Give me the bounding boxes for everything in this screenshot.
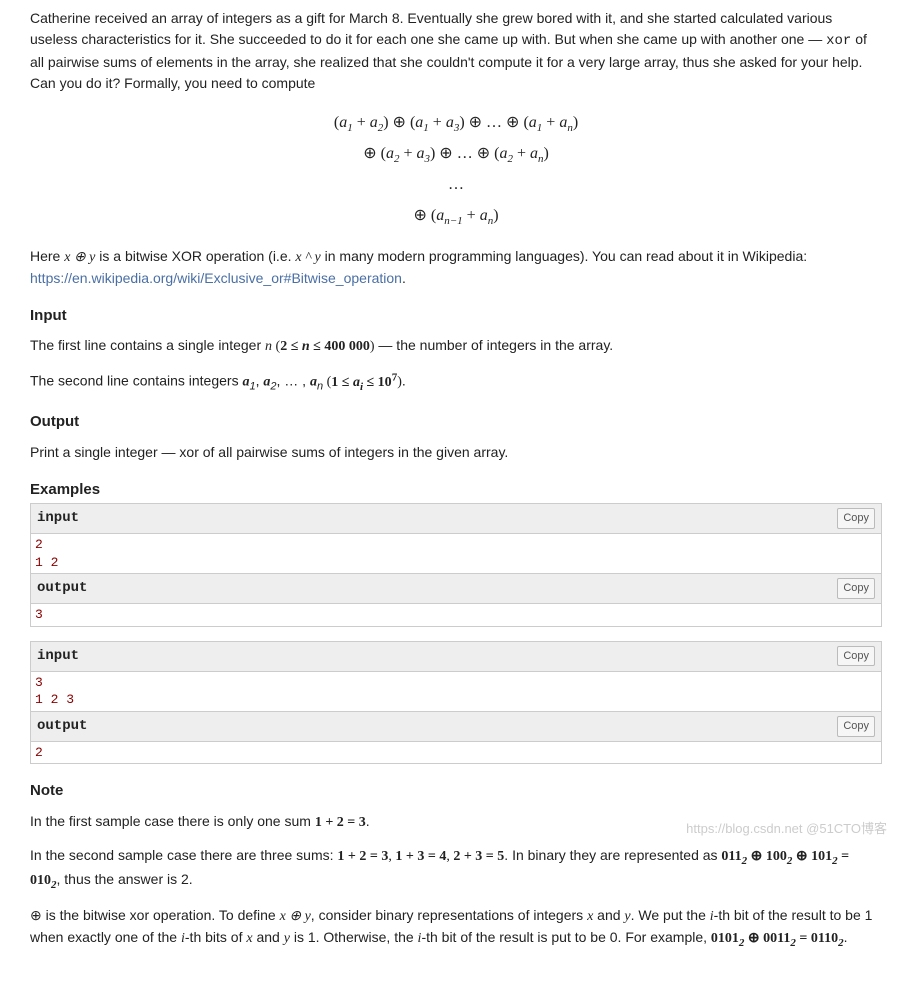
- note-heading: Note: [30, 780, 882, 803]
- note-p1: In the first sample case there is only o…: [30, 811, 882, 833]
- input-desc-1: The first line contains a single integer…: [30, 335, 882, 357]
- intro-xor-code: xor: [826, 33, 851, 49]
- copy-button[interactable]: Copy: [837, 578, 875, 599]
- example2-input-header: input Copy: [31, 642, 881, 672]
- example1-input-header: input Copy: [31, 504, 881, 534]
- example2-output: 2: [31, 742, 881, 765]
- output-heading: Output: [30, 411, 882, 434]
- example2-output-header: output Copy: [31, 712, 881, 742]
- xor-explanation: Here x ⊕ y is a bitwise XOR operation (i…: [30, 246, 882, 289]
- copy-button[interactable]: Copy: [837, 716, 875, 737]
- copy-button[interactable]: Copy: [837, 508, 875, 529]
- input-label: input: [37, 646, 79, 667]
- input-heading: Input: [30, 305, 882, 328]
- example2-input: 3 1 2 3: [31, 672, 881, 712]
- formula-line4: ⊕ (an−1 + an): [413, 207, 498, 224]
- wikipedia-link[interactable]: https://en.wikipedia.org/wiki/Exclusive_…: [30, 270, 402, 286]
- copy-button[interactable]: Copy: [837, 646, 875, 667]
- note-p2: In the second sample case there are thre…: [30, 845, 882, 894]
- example-1: input Copy 2 1 2 output Copy 3: [30, 503, 882, 627]
- output-label: output: [37, 578, 87, 599]
- output-label: output: [37, 716, 87, 737]
- examples-heading: Examples: [30, 479, 882, 502]
- formula-line1: (a1 + a2) ⊕ (a1 + a3) ⊕ … ⊕ (a1 + an): [334, 114, 578, 131]
- example1-input: 2 1 2: [31, 534, 881, 574]
- note-p3: ⊕ is the bitwise xor operation. To defin…: [30, 905, 882, 951]
- intro-text-a: Catherine received an array of integers …: [30, 10, 832, 47]
- input-label: input: [37, 508, 79, 529]
- example1-output-header: output Copy: [31, 574, 881, 604]
- example1-output: 3: [31, 604, 881, 627]
- input-desc-2: The second line contains integers a1, a2…: [30, 369, 882, 395]
- formula-line3: …: [448, 176, 464, 193]
- problem-intro: Catherine received an array of integers …: [30, 8, 882, 94]
- formula-block: (a1 + a2) ⊕ (a1 + a3) ⊕ … ⊕ (a1 + an) ⊕ …: [30, 108, 882, 232]
- formula-line2: ⊕ (a2 + a3) ⊕ … ⊕ (a2 + an): [363, 145, 549, 162]
- output-desc: Print a single integer — xor of all pair…: [30, 442, 882, 463]
- example-2: input Copy 3 1 2 3 output Copy 2: [30, 641, 882, 765]
